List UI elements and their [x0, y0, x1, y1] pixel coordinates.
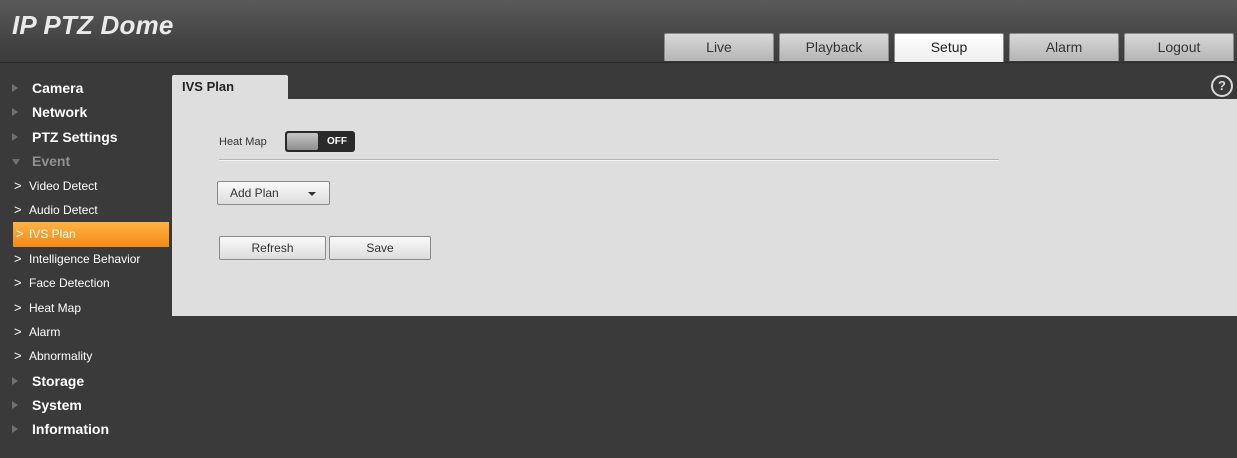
sidebar-item-video-detect[interactable]: > Video Detect: [0, 174, 169, 198]
caret-down-icon: [308, 192, 316, 196]
sidebar-item-label: Heat Map: [29, 300, 82, 315]
settings-panel: Heat Map OFF Add Plan Refresh Save: [172, 99, 1237, 316]
nav-tab-playback[interactable]: Playback: [779, 33, 889, 61]
sidebar-item-abnormality[interactable]: > Abnormality: [0, 344, 169, 368]
chevron-right-icon: >: [14, 275, 22, 291]
triangle-right-icon: [12, 132, 18, 141]
sidebar-item-label: Camera: [32, 80, 84, 96]
sidebar-item-label: IVS Plan: [29, 227, 76, 242]
sidebar-item-label: Storage: [32, 372, 85, 389]
help-icon[interactable]: ?: [1211, 75, 1233, 97]
triangle-right-icon: [12, 108, 18, 117]
sidebar-item-information[interactable]: Information: [0, 417, 169, 441]
nav-tab-alarm[interactable]: Alarm: [1009, 33, 1119, 61]
add-plan-dropdown[interactable]: Add Plan: [217, 181, 330, 205]
chevron-right-icon: >: [14, 177, 22, 193]
chevron-right-icon: >: [14, 348, 22, 364]
heat-map-label: Heat Map: [219, 136, 267, 148]
tab-ivs-plan[interactable]: IVS Plan: [172, 75, 288, 99]
sidebar-item-label: Video Detect: [29, 178, 98, 193]
sidebar-item-intelligence-behavior[interactable]: > Intelligence Behavior: [0, 247, 169, 271]
sidebar-item-label: Alarm: [29, 324, 61, 339]
divider: [219, 159, 999, 161]
sidebar-item-label: PTZ Settings: [32, 128, 118, 145]
chevron-right-icon: >: [14, 201, 22, 217]
nav-tab-setup[interactable]: Setup: [894, 33, 1004, 62]
sidebar-item-label: Information: [32, 421, 109, 438]
save-button[interactable]: Save: [329, 236, 431, 260]
triangle-right-icon: [12, 84, 18, 92]
heat-map-toggle[interactable]: OFF: [285, 131, 355, 152]
sidebar-item-label: Network: [32, 104, 88, 121]
sidebar-item-face-detection[interactable]: > Face Detection: [0, 271, 169, 295]
sidebar-item-heat-map[interactable]: > Heat Map: [0, 296, 169, 320]
sidebar-item-label: System: [32, 397, 82, 414]
sidebar-item-audio-detect[interactable]: > Audio Detect: [0, 198, 169, 222]
triangle-right-icon: [12, 401, 18, 410]
sidebar-item-camera[interactable]: Camera: [0, 76, 169, 100]
chevron-right-icon: >: [14, 250, 22, 266]
sidebar-item-network[interactable]: Network: [0, 100, 169, 124]
nav-tab-live[interactable]: Live: [664, 33, 774, 61]
top-header: IP PTZ Dome Live Playback Setup Alarm Lo…: [0, 0, 1237, 63]
sidebar-item-ivs-plan[interactable]: > IVS Plan: [13, 222, 169, 247]
sidebar-item-event[interactable]: Event: [0, 149, 169, 173]
sidebar-item-label: Abnormality: [29, 349, 93, 364]
toggle-state: OFF: [327, 136, 347, 147]
app-logo: IP PTZ Dome: [12, 10, 174, 40]
sidebar-item-label: Face Detection: [29, 276, 110, 291]
sidebar-item-alarm[interactable]: > Alarm: [0, 320, 169, 344]
chevron-right-icon: >: [16, 226, 24, 242]
page-tabstrip: IVS Plan ?: [172, 75, 1237, 99]
chevron-right-icon: >: [14, 299, 22, 315]
sidebar-item-label: Audio Detect: [29, 202, 98, 217]
triangle-down-icon: [12, 159, 20, 166]
sidebar-item-system[interactable]: System: [0, 393, 169, 417]
triangle-right-icon: [12, 376, 18, 385]
sidebar-item-ptz-settings[interactable]: PTZ Settings: [0, 125, 169, 149]
toggle-knob: [287, 133, 318, 150]
sidebar-item-storage[interactable]: Storage: [0, 369, 169, 393]
triangle-right-icon: [12, 425, 18, 434]
chevron-right-icon: >: [14, 323, 22, 339]
sidebar-item-label: Intelligence Behavior: [29, 251, 141, 266]
sidebar-item-label: Event: [32, 153, 71, 170]
refresh-button[interactable]: Refresh: [219, 236, 326, 260]
add-plan-label: Add Plan: [230, 186, 279, 200]
main-nav: Live Playback Setup Alarm Logout: [664, 33, 1237, 62]
nav-tab-logout[interactable]: Logout: [1124, 33, 1234, 61]
sidebar: Camera Network PTZ Settings Event > Vide…: [0, 76, 169, 442]
